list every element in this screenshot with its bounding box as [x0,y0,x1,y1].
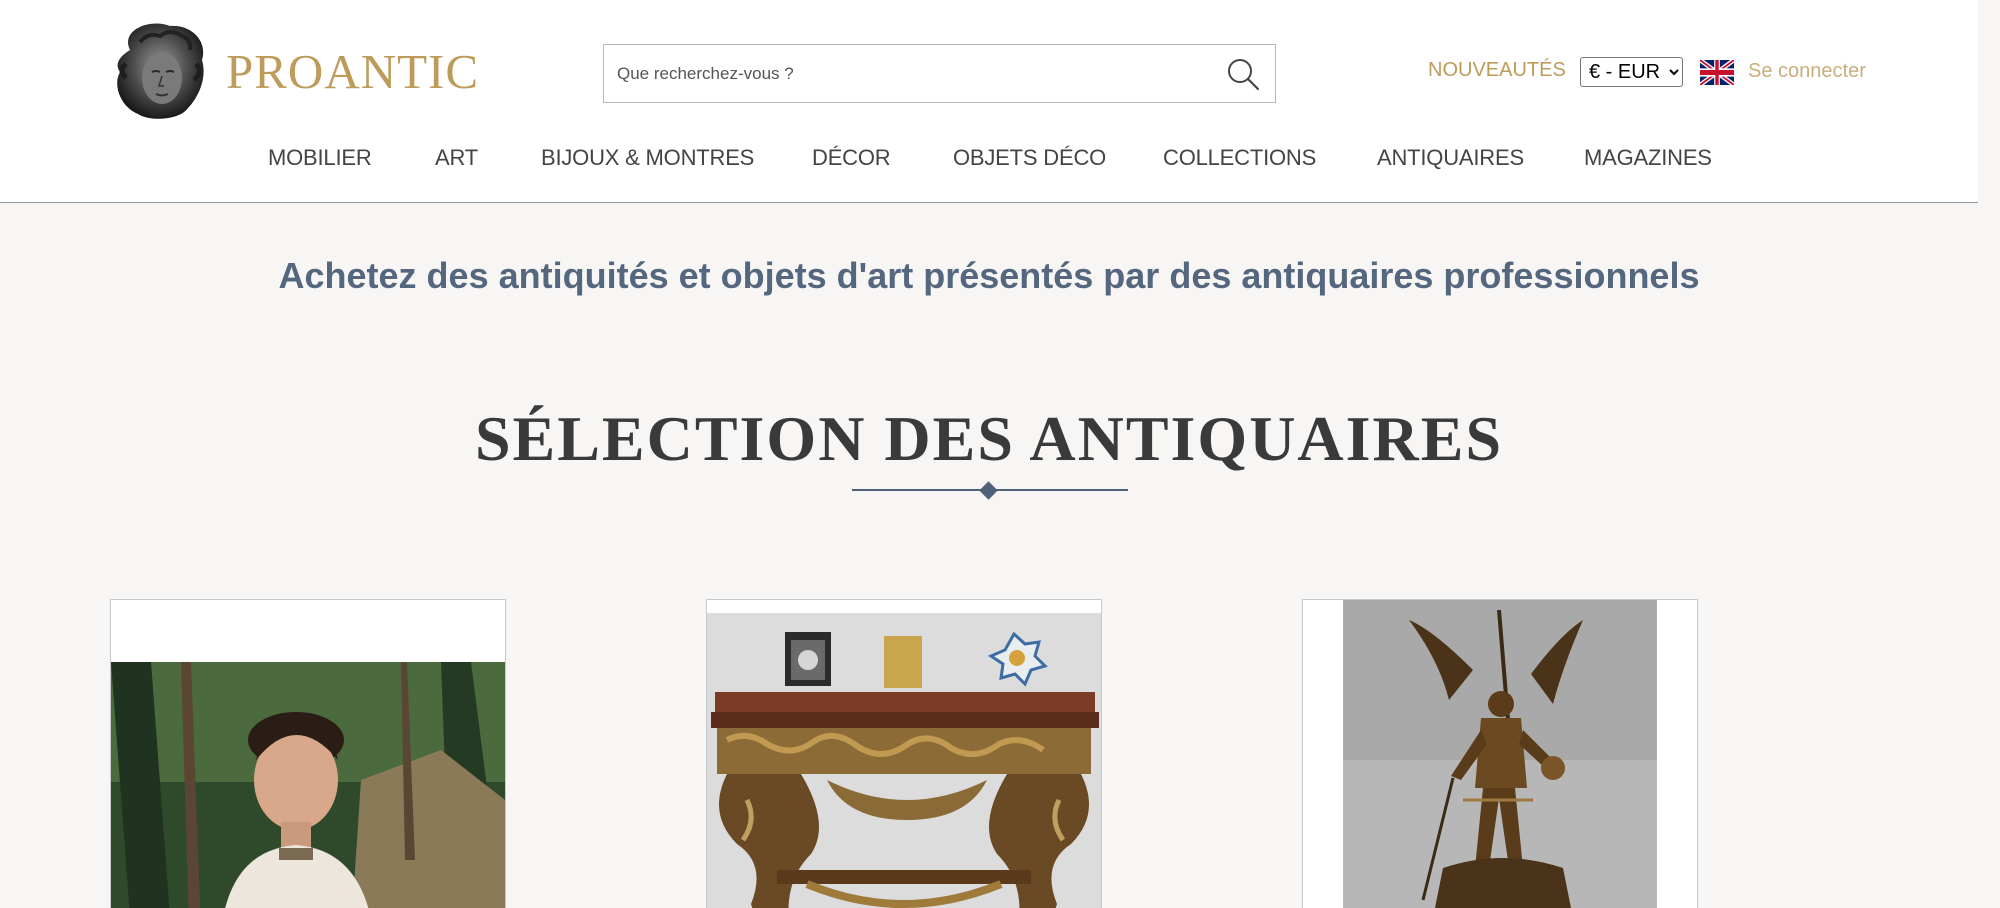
product-card-portrait[interactable] [110,599,506,908]
console-table-image [707,600,1101,908]
site-header: PROANTIC NOUVEAUTÉS € - EUR Se connecter… [0,0,1978,203]
main-nav: MOBILIER ART BIJOUX & MONTRES DÉCOR OBJE… [0,145,1978,181]
portrait-painting-image [111,600,505,908]
sculpted-head-icon [117,23,204,119]
nav-item-collections[interactable]: COLLECTIONS [1163,145,1316,171]
login-link[interactable]: Se connecter [1748,60,1866,83]
logo-link[interactable]: PROANTIC [110,20,479,122]
nav-item-antiquaires[interactable]: ANTIQUAIRES [1377,145,1524,171]
title-divider-ornament [979,481,998,500]
currency-select[interactable]: € - EUR [1580,57,1683,87]
nav-item-decor[interactable]: DÉCOR [812,145,891,171]
new-arrivals-link[interactable]: NOUVEAUTÉS [1428,59,1566,82]
logo-text: PROANTIC [226,43,480,99]
search-input[interactable] [604,45,1204,102]
product-card-bronze[interactable] [1302,599,1698,908]
uk-flag-icon[interactable] [1700,60,1734,85]
search-bar [603,44,1276,103]
nav-item-mobilier[interactable]: MOBILIER [268,145,372,171]
section-title: SÉLECTION DES ANTIQUAIRES [474,403,1504,474]
nav-item-bijoux-montres[interactable]: BIJOUX & MONTRES [541,145,754,171]
search-icon [1228,59,1260,91]
nav-item-magazines[interactable]: MAGAZINES [1584,145,1712,171]
search-button[interactable] [1225,56,1261,92]
nav-item-objets-deco[interactable]: OBJETS DÉCO [953,145,1106,171]
nav-item-art[interactable]: ART [435,145,478,171]
bronze-statue-image [1303,600,1697,908]
tagline: Achetez des antiquités et objets d'art p… [278,255,1700,296]
product-card-console[interactable] [706,599,1102,908]
